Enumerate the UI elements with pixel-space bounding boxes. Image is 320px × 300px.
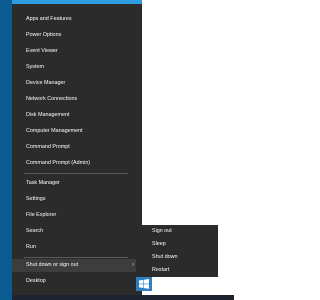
menu-item-label: Shut down or sign out xyxy=(26,262,79,268)
menu-item-disk-management[interactable]: Disk Management xyxy=(12,109,142,122)
menu-item-device-manager[interactable]: Device Manager xyxy=(12,77,142,90)
menu-separator xyxy=(24,257,128,258)
menu-item-desktop[interactable]: Desktop xyxy=(12,275,142,288)
menu-item-apps-and-features[interactable]: Apps and Features xyxy=(12,13,142,26)
menu-item-computer-management[interactable]: Computer Management xyxy=(12,125,142,138)
menu-item-command-prompt[interactable]: Command Prompt xyxy=(12,141,142,154)
chevron-right-icon: › xyxy=(132,262,134,268)
menu-item-settings[interactable]: Settings xyxy=(12,193,142,206)
menu-item-search[interactable]: Search xyxy=(12,225,142,238)
submenu-item-restart[interactable]: Restart xyxy=(136,264,218,277)
menu-item-event-viewer[interactable]: Event Viewer xyxy=(12,45,142,58)
submenu-item-shut-down[interactable]: Shut down xyxy=(136,251,218,264)
menu-item-shut-down-or-sign-out[interactable]: Shut down or sign out › xyxy=(12,259,142,272)
menu-item-file-explorer[interactable]: File Explorer xyxy=(12,209,142,222)
menu-separator xyxy=(24,173,128,174)
start-button[interactable] xyxy=(136,277,152,291)
taskbar xyxy=(12,295,234,300)
submenu-item-sleep[interactable]: Sleep xyxy=(136,238,218,251)
menu-item-system[interactable]: System xyxy=(12,61,142,74)
menu-item-run[interactable]: Run xyxy=(12,241,142,254)
power-user-menu: Apps and Features Power Options Event Vi… xyxy=(12,4,142,295)
submenu-item-sign-out[interactable]: Sign out xyxy=(136,225,218,238)
menu-item-power-options[interactable]: Power Options xyxy=(12,29,142,42)
menu-item-command-prompt-admin[interactable]: Command Prompt (Admin) xyxy=(12,157,142,170)
menu-item-network-connections[interactable]: Network Connections xyxy=(12,93,142,106)
shutdown-submenu: Sign out Sleep Shut down Restart xyxy=(136,225,218,277)
windows-logo-icon xyxy=(139,279,149,289)
desktop-background xyxy=(0,0,12,300)
menu-item-task-manager[interactable]: Task Manager xyxy=(12,177,142,190)
